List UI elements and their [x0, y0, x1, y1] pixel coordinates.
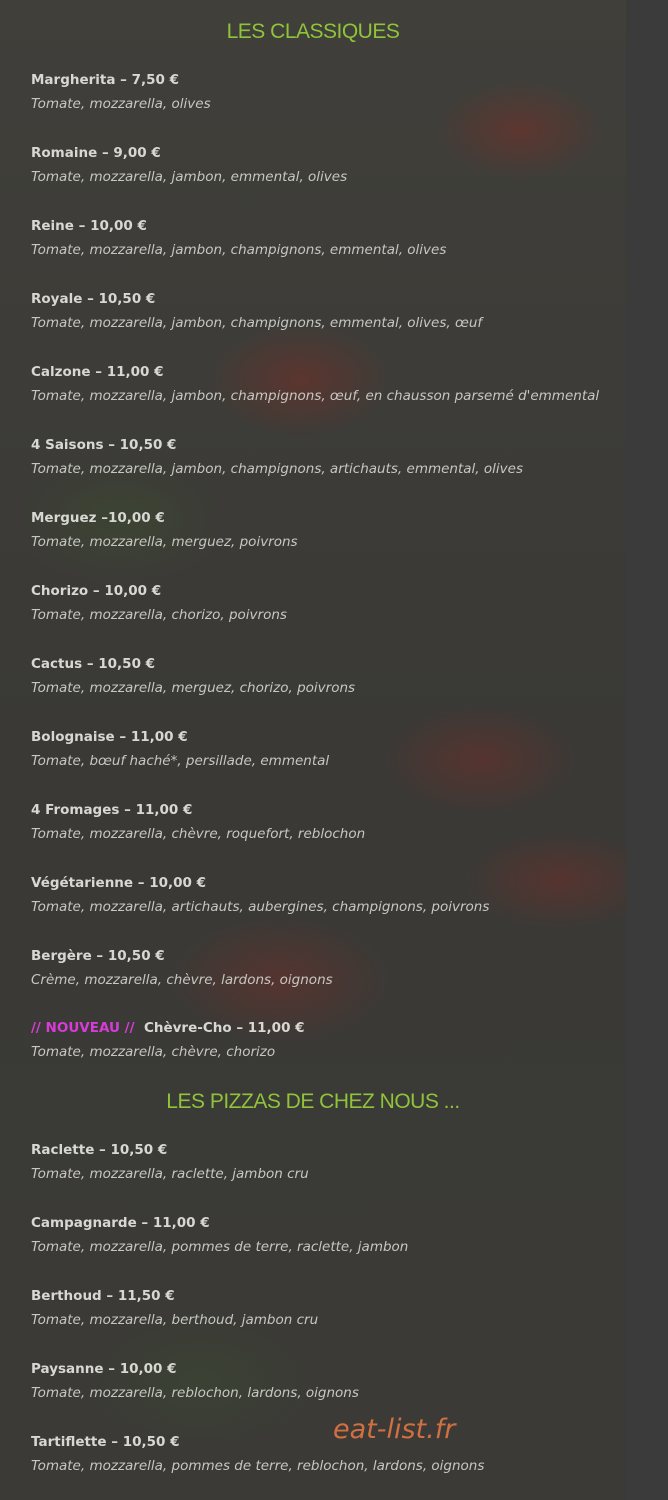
item-name: Berthoud – 11,50 €	[31, 1288, 175, 1304]
item-description: Tomate, mozzarella, chorizo, poivrons	[31, 607, 287, 623]
watermark-logo: eat-list.fr	[333, 1414, 456, 1445]
item-description: Tomate, mozzarella, jambon, champignons,…	[31, 315, 483, 331]
item-description: Crème, mozzarella, chèvre, lardons, oign…	[31, 972, 333, 988]
item-name: Margherita – 7,50 €	[31, 72, 180, 88]
menu-item: Bolognaise – 11,00 € Tomate, bœuf haché*…	[31, 728, 611, 770]
menu-item: Margherita – 7,50 € Tomate, mozzarella, …	[31, 71, 611, 113]
right-margin	[626, 0, 668, 1500]
item-name: Romaine – 9,00 €	[31, 145, 161, 161]
item-name: Végétarienne – 10,00 €	[31, 875, 207, 891]
item-name: Paysanne – 10,00 €	[31, 1361, 177, 1377]
item-description: Tomate, mozzarella, reblochon, lardons, …	[31, 1385, 359, 1401]
item-name: Cactus – 10,50 €	[31, 656, 156, 672]
item-description: Tomate, mozzarella, jambon, emmental, ol…	[31, 169, 348, 185]
item-name: Campagnarde – 11,00 €	[31, 1215, 210, 1231]
menu-item: Campagnarde – 11,00 € Tomate, mozzarella…	[31, 1214, 611, 1256]
menu-item: Berthoud – 11,50 € Tomate, mozzarella, b…	[31, 1287, 611, 1329]
item-name-text: Chèvre-Cho – 11,00 €	[143, 1020, 305, 1036]
item-name: Royale – 10,50 €	[31, 291, 156, 307]
menu-item: Cactus – 10,50 € Tomate, mozzarella, mer…	[31, 655, 611, 697]
item-description: Tomate, mozzarella, merguez, chorizo, po…	[31, 680, 356, 696]
menu-item: Raclette – 10,50 € Tomate, mozzarella, r…	[31, 1141, 611, 1183]
item-name: Calzone – 11,00 €	[31, 364, 164, 380]
section-title-classiques: LES CLASSIQUES	[226, 20, 400, 43]
item-description: Tomate, mozzarella, jambon, champignons,…	[31, 242, 447, 258]
item-description: Tomate, bœuf haché*, persillade, emmenta…	[31, 753, 330, 769]
item-description: Tomate, mozzarella, olives	[31, 96, 211, 112]
menu-item: 4 Saisons – 10,50 € Tomate, mozzarella, …	[31, 436, 611, 478]
new-badge: // NOUVEAU //	[31, 1020, 135, 1036]
menu-item: Romaine – 9,00 € Tomate, mozzarella, jam…	[31, 144, 611, 186]
item-description: Tomate, mozzarella, jambon, champignons,…	[31, 388, 600, 404]
item-description: Tomate, mozzarella, jambon, champignons,…	[31, 461, 523, 477]
menu-item: Royale – 10,50 € Tomate, mozzarella, jam…	[31, 290, 611, 332]
item-name: // NOUVEAU // Chèvre-Cho – 11,00 €	[31, 1019, 611, 1037]
item-description: Tomate, mozzarella, chèvre, roquefort, r…	[31, 826, 366, 842]
item-name: Tartiflette – 10,50 €	[31, 1434, 180, 1450]
menu-item: Chorizo – 10,00 € Tomate, mozzarella, ch…	[31, 582, 611, 624]
item-description: Tomate, mozzarella, chèvre, chorizo	[31, 1044, 276, 1060]
item-description: Tomate, mozzarella, pommes de terre, reb…	[31, 1458, 485, 1474]
menu-item-new: // NOUVEAU // Chèvre-Cho – 11,00 € Tomat…	[31, 1019, 611, 1061]
item-name: Raclette – 10,50 €	[31, 1142, 168, 1158]
menu-item: Tartiflette – 10,50 € Tomate, mozzarella…	[31, 1433, 611, 1475]
item-name: Bergère – 10,50 €	[31, 948, 165, 964]
menu-item: 4 Fromages – 11,00 € Tomate, mozzarella,…	[31, 801, 611, 843]
item-description: Tomate, mozzarella, raclette, jambon cru	[31, 1166, 309, 1182]
item-name: Reine – 10,00 €	[31, 218, 147, 234]
item-name: Chorizo – 10,00 €	[31, 583, 162, 599]
item-description: Tomate, mozzarella, pommes de terre, rac…	[31, 1239, 409, 1255]
item-description: Tomate, mozzarella, merguez, poivrons	[31, 534, 298, 550]
menu-item: Calzone – 11,00 € Tomate, mozzarella, ja…	[31, 363, 611, 405]
menu-item: Végétarienne – 10,00 € Tomate, mozzarell…	[31, 874, 611, 916]
item-description: Tomate, mozzarella, berthoud, jambon cru	[31, 1312, 319, 1328]
menu-item: Merguez –10,00 € Tomate, mozzarella, mer…	[31, 509, 611, 551]
item-description: Tomate, mozzarella, artichauts, aubergin…	[31, 899, 490, 915]
section-title-pizzas-de-chez-nous: LES PIZZAS DE CHEZ NOUS ...	[166, 1090, 460, 1113]
menu-item: Bergère – 10,50 € Crème, mozzarella, chè…	[31, 947, 611, 989]
menu-item: Reine – 10,00 € Tomate, mozzarella, jamb…	[31, 217, 611, 259]
item-name: 4 Fromages – 11,00 €	[31, 802, 193, 818]
item-name: 4 Saisons – 10,50 €	[31, 437, 177, 453]
menu-item: Paysanne – 10,00 € Tomate, mozzarella, r…	[31, 1360, 611, 1402]
menu-content: LES CLASSIQUES Margherita – 7,50 € Tomat…	[0, 0, 626, 1500]
item-name: Bolognaise – 11,00 €	[31, 729, 188, 745]
item-name: Merguez –10,00 €	[31, 510, 165, 526]
